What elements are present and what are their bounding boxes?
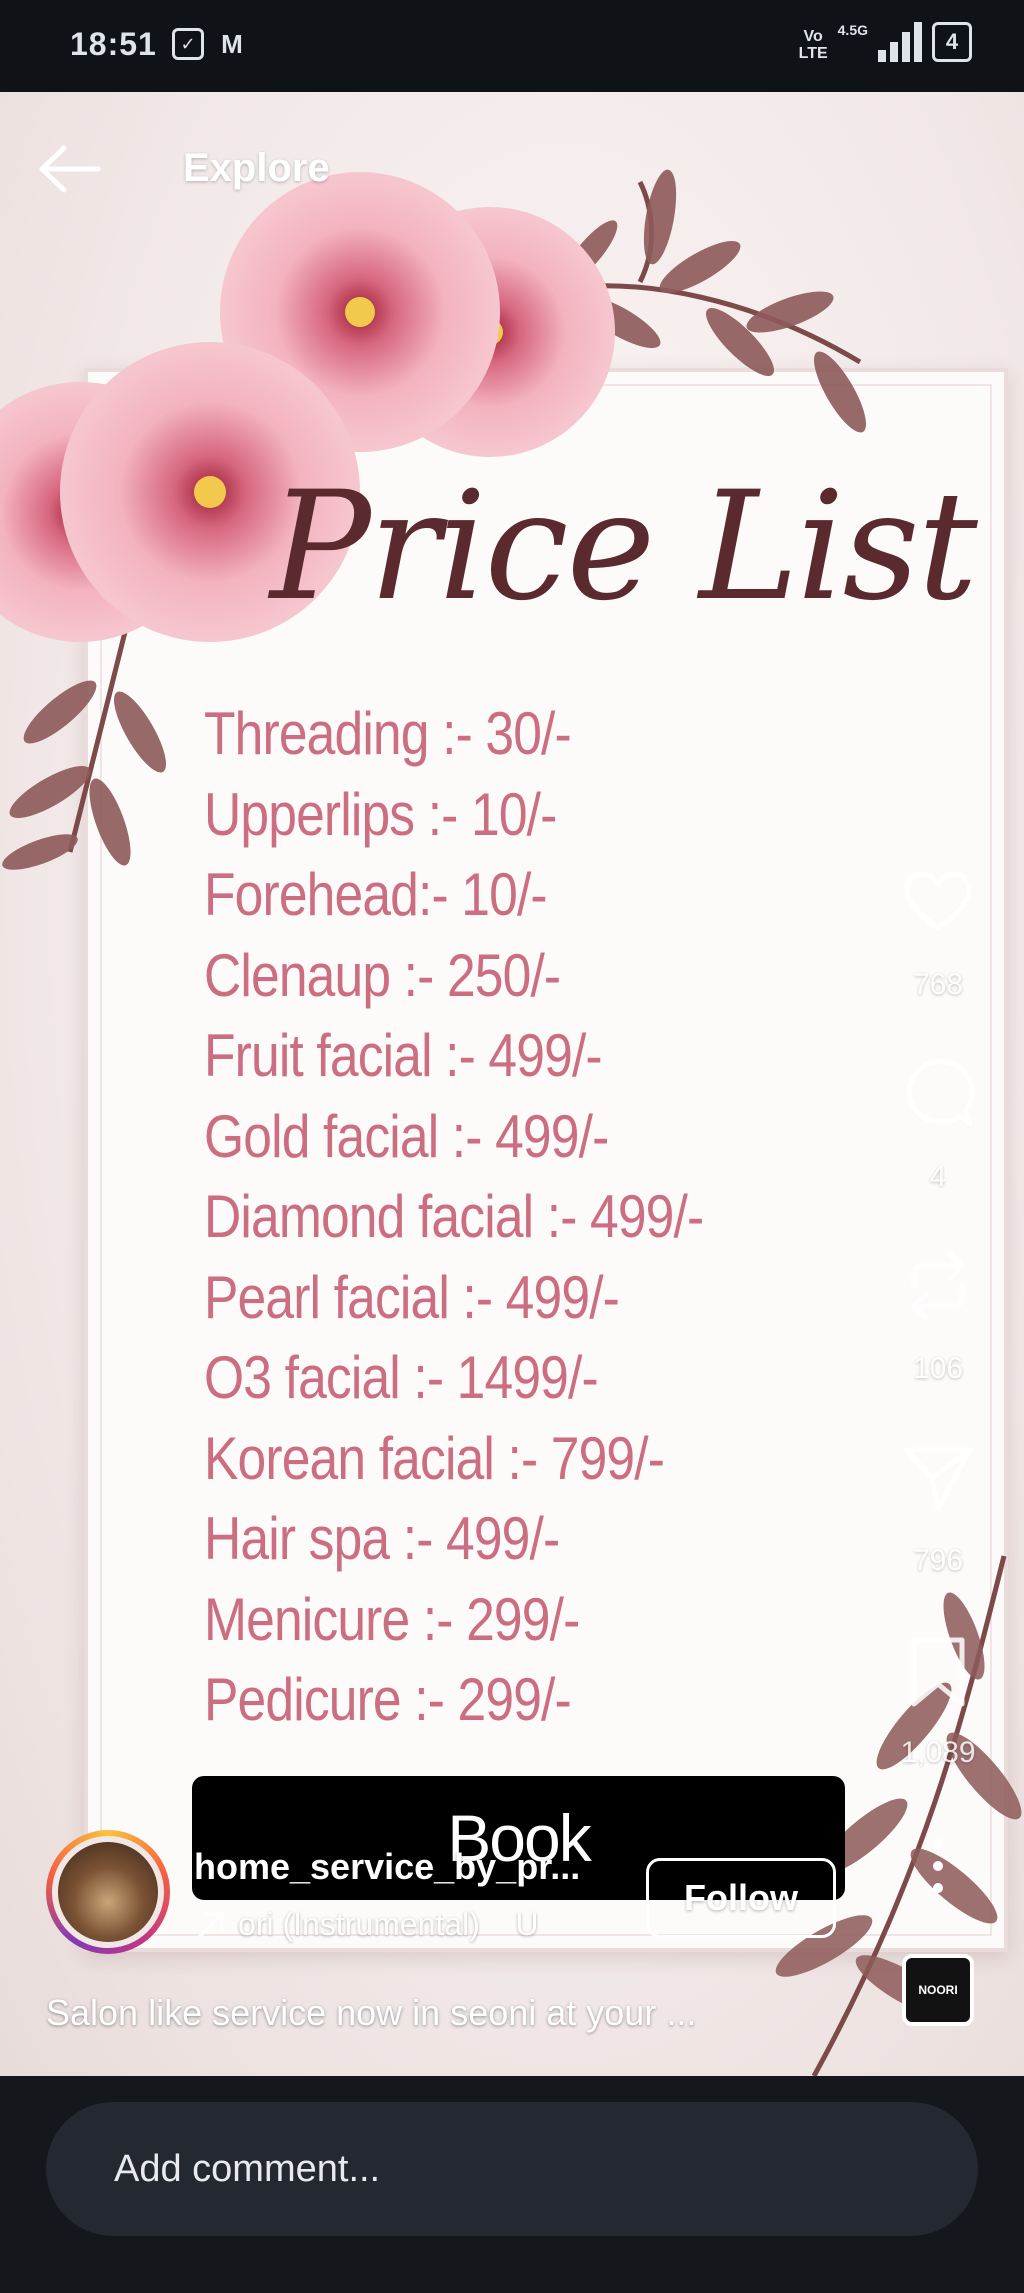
bookmark-icon[interactable] xyxy=(898,1632,978,1712)
price-item: O3 facial :- 1499/- xyxy=(204,1344,599,1411)
price-item: Menicure :- 299/- xyxy=(204,1585,580,1653)
status-time: 18:51 xyxy=(70,26,157,62)
like-heart-icon[interactable] xyxy=(898,860,978,940)
repost-count: 106 xyxy=(912,1352,964,1385)
price-item: Pearl facial :- 499/- xyxy=(204,1263,620,1331)
like-count: 768 xyxy=(912,968,964,1001)
price-item: Forehead:- 10/- xyxy=(204,861,548,928)
more-options-icon[interactable] xyxy=(926,1836,950,1896)
share-count: 796 xyxy=(912,1544,964,1577)
comment-count: 4 xyxy=(929,1160,947,1193)
price-item: Threading :- 30/- xyxy=(204,700,572,767)
app-notification-icon: ✓ xyxy=(172,28,204,60)
audio-thumbnail[interactable]: NOORI xyxy=(902,1954,974,2026)
battery-icon: 4 xyxy=(932,22,972,62)
price-item: Gold facial :- 499/- xyxy=(204,1102,609,1170)
price-item: Korean facial :- 799/- xyxy=(204,1424,665,1492)
post-caption[interactable]: Salon like service now in seoni at your … xyxy=(46,1992,696,2034)
price-item: Diamond facial :- 499/- xyxy=(204,1183,704,1250)
avatar-image xyxy=(52,1836,164,1948)
network-type: 4.5G xyxy=(837,22,868,38)
price-list: Threading :- 30/- Upperlips :- 10/- Fore… xyxy=(204,694,785,1741)
comment-input[interactable]: Add comment... xyxy=(46,2102,978,2236)
battery-level: 4 xyxy=(945,29,959,54)
page-title: Explore xyxy=(183,146,330,190)
gmail-icon: M xyxy=(221,28,243,59)
price-item: Hair spa :- 499/- xyxy=(204,1505,560,1572)
repost-icon[interactable] xyxy=(898,1246,978,1326)
price-list-title: Price List xyxy=(270,460,978,634)
price-item: Fruit facial :- 499/- xyxy=(204,1022,603,1089)
audio-track[interactable]: ori (Instrumental) U xyxy=(194,1906,539,1943)
save-count: 1,089 xyxy=(900,1736,976,1769)
price-item: Clenaup :- 250/- xyxy=(204,941,561,1009)
comment-bubble-icon[interactable] xyxy=(898,1054,978,1134)
username[interactable]: home_service_by_pr... xyxy=(194,1846,580,1888)
arrow-up-right-icon xyxy=(198,1911,224,1938)
price-item: Upperlips :- 10/- xyxy=(204,780,557,848)
follow-button[interactable]: Follow xyxy=(646,1858,836,1938)
status-bar: 18:51 ✓ M Vo LTE 4.5G 4 xyxy=(0,0,1024,92)
volte-label: Vo LTE xyxy=(798,28,828,62)
price-item: Pedicure :- 299/- xyxy=(204,1666,572,1733)
signal-icon xyxy=(878,22,922,62)
share-send-icon[interactable] xyxy=(898,1438,978,1518)
back-arrow-icon[interactable] xyxy=(36,144,102,194)
notification-icons: ✓ M xyxy=(172,28,248,60)
status-right: Vo LTE 4.5G 4 xyxy=(799,22,972,62)
comment-bar: Add comment... xyxy=(0,2076,1024,2293)
avatar[interactable] xyxy=(46,1830,170,1954)
audio-track-name: ori (Instrumental) U xyxy=(238,1906,539,1942)
